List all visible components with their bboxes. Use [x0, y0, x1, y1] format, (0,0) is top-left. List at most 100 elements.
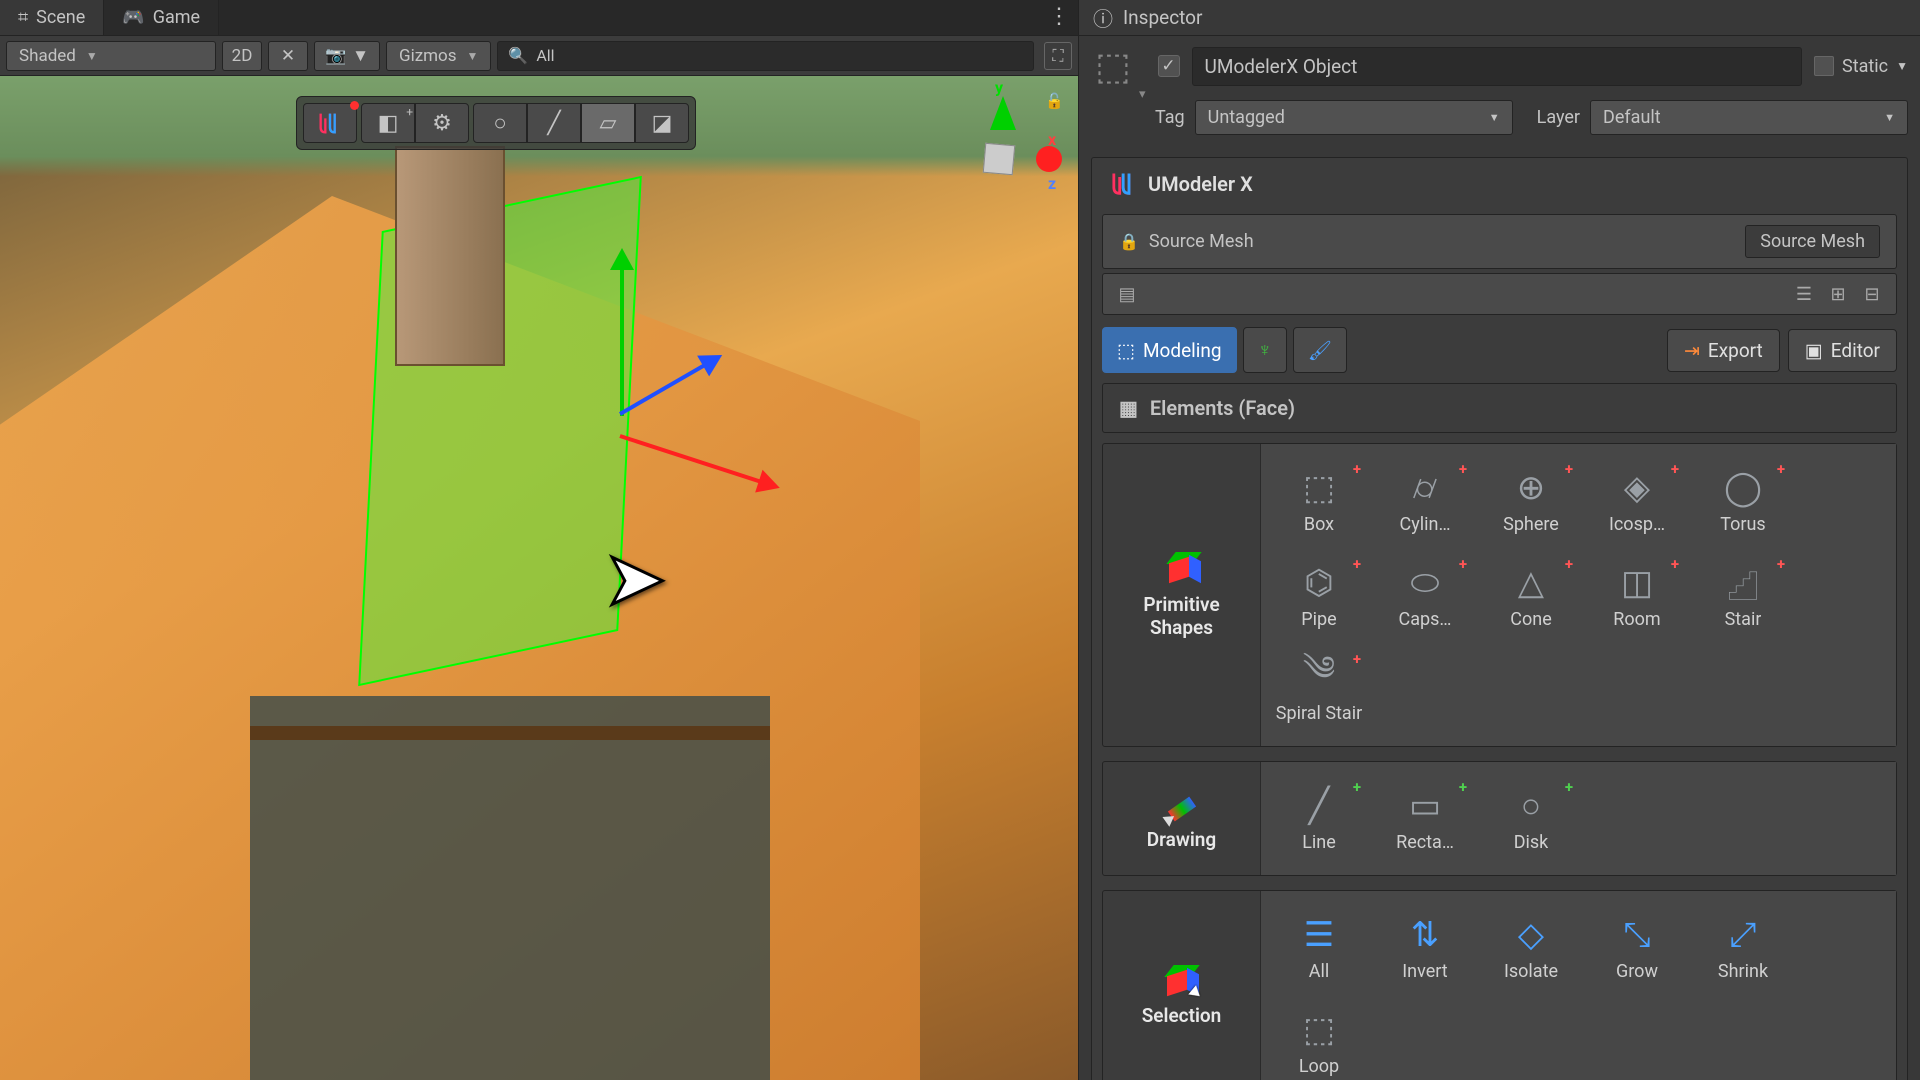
axis-x-handle[interactable] — [1036, 146, 1062, 172]
tool-room[interactable]: +◫Room — [1587, 551, 1687, 640]
lock-icon[interactable]: 🔓 — [1045, 92, 1064, 110]
enabled-checkbox[interactable]: ✓ — [1158, 55, 1180, 77]
face-mode-button[interactable]: ▱ — [581, 103, 635, 143]
tool-line[interactable]: +╱Line — [1269, 774, 1369, 863]
plus-badge-icon: + — [1671, 460, 1679, 478]
vertex-mode-button[interactable]: ○ — [473, 103, 527, 143]
static-checkbox[interactable] — [1814, 56, 1834, 76]
tool-disk[interactable]: +○Disk — [1481, 774, 1581, 863]
elements-icon: ▦ — [1119, 396, 1138, 420]
torus-icon: ◯ — [1721, 466, 1765, 510]
tool-stair[interactable]: +𓊍Stair — [1693, 551, 1793, 640]
tool-torus[interactable]: +◯Torus — [1693, 456, 1793, 545]
export-label: Export — [1708, 339, 1763, 362]
notification-dot-icon — [350, 101, 359, 110]
tool-label: Cylin… — [1400, 514, 1451, 535]
shrink-icon: ⤢ — [1721, 913, 1765, 957]
editor-button[interactable]: ▣ Editor — [1788, 329, 1897, 372]
tool-label: Stair — [1725, 609, 1762, 630]
editor-label: Editor — [1831, 339, 1880, 362]
panel-label-primitive: Primitive Shapes — [1103, 444, 1261, 746]
tool-label: Shrink — [1718, 961, 1768, 982]
tab-painting[interactable]: 🖌 — [1293, 327, 1347, 373]
gameobject-icon[interactable]: ⬚ — [1091, 44, 1135, 88]
object-name-input[interactable] — [1192, 47, 1803, 86]
add-icon[interactable]: ⊞ — [1826, 282, 1850, 306]
maximize-icon[interactable]: ⛶ — [1044, 42, 1072, 70]
caret-down-icon[interactable]: ▼ — [1896, 59, 1908, 73]
tool-cylinder[interactable]: +⌭Cylin… — [1375, 456, 1475, 545]
layers-icon[interactable]: ▤ — [1115, 282, 1139, 306]
mode-2d-toggle[interactable]: 2D — [222, 41, 262, 71]
gizmos-dropdown[interactable]: Gizmos ▼ — [386, 41, 491, 71]
tool-icosphere[interactable]: +◈Icosp… — [1587, 456, 1687, 545]
tool-spiral-stair[interactable]: +༄Spiral Stair — [1269, 646, 1369, 734]
plus-badge-icon: + — [1353, 778, 1361, 796]
list-icon[interactable]: ☰ — [1792, 282, 1816, 306]
tab-game[interactable]: 🎮 Game — [104, 0, 219, 35]
mode-actions-row: ⬚ Modeling ♆ 🖌 ⇥ Export ▣ Editor — [1102, 327, 1897, 373]
tool-label: Sphere — [1503, 514, 1559, 535]
source-mesh-field[interactable]: Source Mesh — [1745, 225, 1880, 258]
tabs-more-icon[interactable]: ⋮ — [1048, 4, 1070, 29]
scene-viewport[interactable]: ◧+ ⚙ ○ ╱ ▱ ◪ 🔓 y x z ➤ — [0, 76, 1078, 1080]
tool-select-loop[interactable]: ⬚Loop — [1269, 998, 1369, 1080]
tab-modeling[interactable]: ⬚ Modeling — [1102, 327, 1237, 373]
tool-select-all[interactable]: ☰All — [1269, 903, 1369, 992]
camera-dropdown[interactable]: 📷▼ — [314, 41, 380, 71]
scene-geometry — [250, 696, 770, 1080]
mode-2d-label: 2D — [232, 46, 253, 66]
axis-y-label: y — [995, 78, 1003, 97]
static-toggle[interactable]: Static ▼ — [1814, 56, 1908, 77]
plus-badge-icon: + — [1459, 555, 1467, 573]
scene-search-input[interactable] — [536, 46, 1023, 65]
rigging-icon: ♆ — [1258, 338, 1272, 362]
tool-capsule[interactable]: +⬭Caps… — [1375, 551, 1475, 640]
export-button[interactable]: ⇥ Export — [1667, 329, 1780, 372]
cylinder-icon: ⌭ — [1403, 466, 1447, 510]
modeling-icon: ⬚ — [1117, 339, 1135, 362]
tool-select-isolate[interactable]: ◇Isolate — [1481, 903, 1581, 992]
settings-gear-icon[interactable]: ⚙ — [415, 103, 469, 143]
selection-label: Selection — [1142, 1005, 1222, 1028]
tool-label: Spiral Stair — [1276, 704, 1362, 724]
tool-select-grow[interactable]: ⤡Grow — [1587, 903, 1687, 992]
tool-select-shrink[interactable]: ⤢ Shrink — [1693, 903, 1793, 992]
tag-dropdown[interactable]: Untagged ▼ — [1195, 100, 1513, 135]
isolate-icon: ◇ — [1509, 913, 1553, 957]
tool-label: Line — [1302, 832, 1336, 853]
panel-selection: Selection ☰All ⇅Invert ◇Isolate ⤡Grow ⤢ S… — [1102, 890, 1897, 1080]
box-icon: ⬚ — [1297, 466, 1341, 510]
edge-mode-button[interactable]: ╱ — [527, 103, 581, 143]
caret-down-icon[interactable]: ▾ — [1139, 87, 1146, 102]
tools-icon[interactable]: ✕ — [268, 41, 308, 71]
tool-pipe[interactable]: +⌬Pipe — [1269, 551, 1369, 640]
shading-dropdown[interactable]: Shaded ▼ — [6, 41, 216, 71]
tab-scene[interactable]: ⌗ Scene — [0, 0, 104, 35]
tool-cone[interactable]: +△Cone — [1481, 551, 1581, 640]
umodeler-logo-icon[interactable] — [303, 103, 357, 143]
axis-y-handle[interactable] — [990, 96, 1016, 130]
tab-rigging[interactable]: ♆ — [1243, 327, 1287, 373]
scene-search[interactable]: 🔍 — [497, 41, 1034, 71]
tool-rectangle[interactable]: +▭Recta… — [1375, 774, 1475, 863]
tool-label: All — [1309, 961, 1330, 982]
add-primitive-button[interactable]: ◧+ — [361, 103, 415, 143]
tool-label: Room — [1613, 609, 1660, 630]
inspector-title: Inspector — [1123, 6, 1202, 29]
plus-badge-icon: + — [1353, 650, 1361, 668]
object-mode-button[interactable]: ◪ — [635, 103, 689, 143]
elements-section-header[interactable]: ▦ Elements (Face) — [1102, 383, 1897, 433]
source-mesh-label: Source Mesh — [1149, 231, 1254, 252]
remove-icon[interactable]: ⊟ — [1860, 282, 1884, 306]
source-mesh-row: 🔒Source Mesh Source Mesh — [1102, 214, 1897, 269]
tool-select-invert[interactable]: ⇅Invert — [1375, 903, 1475, 992]
component-header[interactable]: UModeler X — [1092, 158, 1907, 210]
scene-overlay-toolbar: ◧+ ⚙ ○ ╱ ▱ ◪ — [296, 96, 696, 150]
layer-dropdown[interactable]: Default ▼ — [1590, 100, 1908, 135]
orientation-gizmo[interactable]: 🔓 y x z — [940, 94, 1060, 214]
plus-badge-icon: + — [1671, 555, 1679, 573]
tool-label: Caps… — [1399, 609, 1452, 630]
tool-box[interactable]: +⬚Box — [1269, 456, 1369, 545]
tool-sphere[interactable]: +⊕Sphere — [1481, 456, 1581, 545]
